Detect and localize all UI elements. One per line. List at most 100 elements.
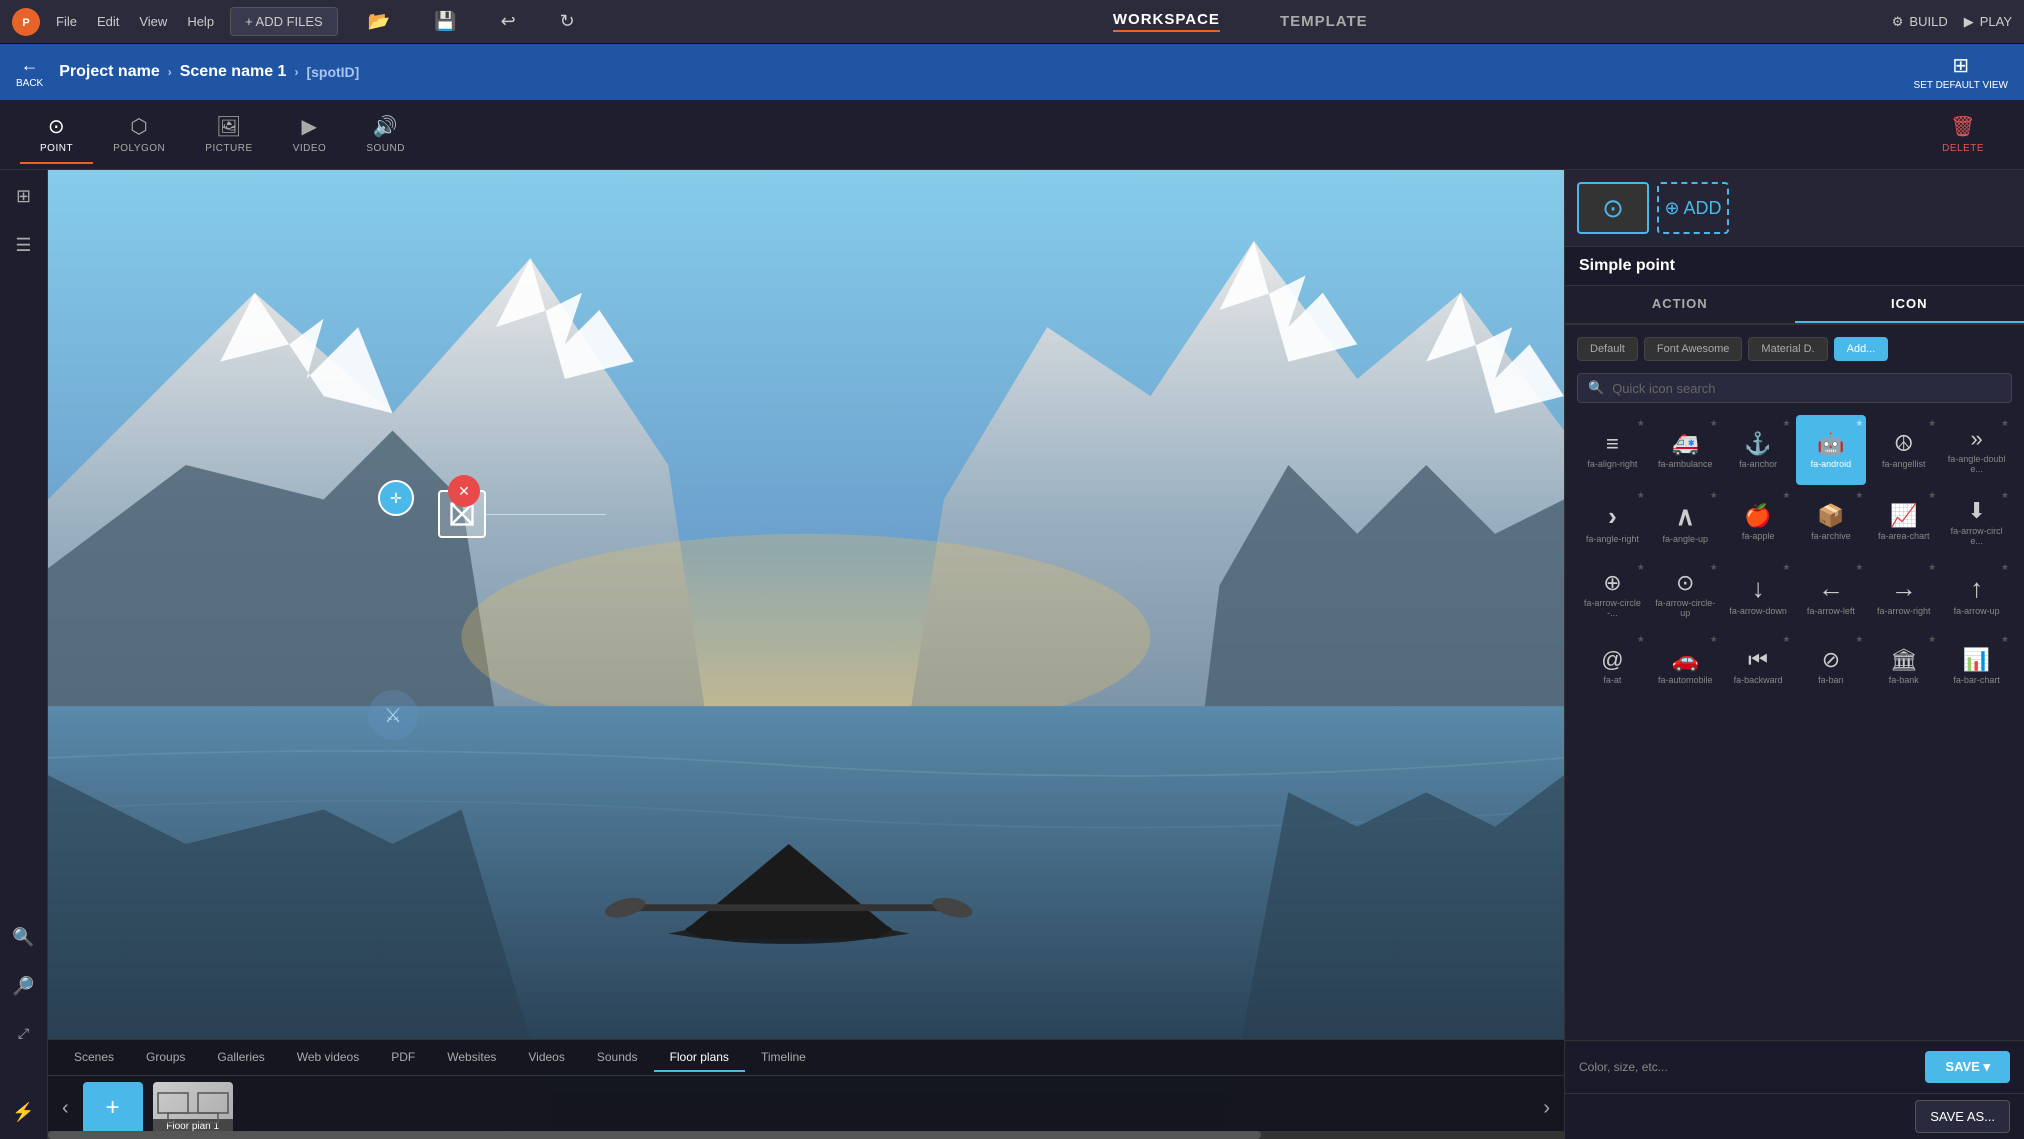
thumbnail-add[interactable]: +	[83, 1082, 143, 1134]
icon-arrow-left[interactable]: ★ ← fa-arrow-left	[1796, 559, 1867, 629]
zoom-fit-icon[interactable]: ⤢	[12, 1019, 35, 1048]
icon-bank[interactable]: ★ 🏛 fa-bank	[1868, 631, 1939, 701]
icon-area-chart[interactable]: ★ 📈 fa-area-chart	[1868, 487, 1939, 557]
icon-search-input[interactable]	[1612, 381, 2001, 396]
thumbnail-floor-plan-1[interactable]: Floor plan 1	[153, 1082, 233, 1134]
menu-file[interactable]: File	[56, 14, 77, 29]
tab-action[interactable]: ACTION	[1565, 286, 1795, 323]
tab-sounds[interactable]: Sounds	[581, 1044, 654, 1072]
spot-marker[interactable]: ✛ ✕	[438, 490, 486, 538]
tab-groups[interactable]: Groups	[130, 1044, 201, 1072]
prev-button[interactable]: ‹	[58, 1093, 73, 1124]
icon-apple[interactable]: ★ 🍎 fa-apple	[1723, 487, 1794, 557]
spot-id[interactable]: [spotID]	[306, 64, 359, 80]
icon-glyph: ⚓	[1744, 431, 1771, 457]
project-name[interactable]: Project name	[59, 63, 159, 81]
tool-video[interactable]: ▶ VIDEO	[273, 106, 347, 164]
icon-arrow-circle-c[interactable]: ★ ⊕ fa-arrow-circle-...	[1577, 559, 1648, 629]
filter-default[interactable]: Default	[1577, 337, 1638, 361]
video-icon: ▶	[302, 114, 318, 139]
icon-label: fa-automobile	[1658, 675, 1713, 685]
sidebar-scenes-icon[interactable]: ⊞	[10, 180, 37, 213]
icon-angellist[interactable]: ★ ☮ fa-angellist	[1868, 415, 1939, 485]
play-button[interactable]: ▶ PLAY	[1964, 14, 2012, 30]
spot-delete-button[interactable]: ✕	[448, 475, 480, 507]
star-icon: ★	[2001, 490, 2009, 501]
scroll-bar[interactable]	[48, 1131, 1564, 1139]
tab-scenes[interactable]: Scenes	[58, 1044, 130, 1072]
tab-workspace[interactable]: WORKSPACE	[1113, 11, 1220, 32]
point-name-input[interactable]	[1579, 257, 2010, 275]
icon-label: fa-anchor	[1739, 459, 1777, 469]
tab-websites[interactable]: Websites	[431, 1044, 512, 1072]
set-default-view-button[interactable]: ⊞ SET DEFAULT VIEW	[1914, 53, 2008, 91]
open-folder-button[interactable]: 📂	[354, 5, 404, 38]
build-button[interactable]: ⚙ BUILD	[1892, 14, 1948, 30]
icon-align-right[interactable]: ★ ≡ fa-align-right	[1577, 415, 1648, 485]
icon-archive[interactable]: ★ 📦 fa-archive	[1796, 487, 1867, 557]
star-icon: ★	[2001, 562, 2009, 573]
menu-edit[interactable]: Edit	[97, 14, 119, 29]
tool-picture[interactable]: 🖼 PICTURE	[185, 106, 272, 164]
tab-icon[interactable]: ICON	[1795, 286, 2024, 323]
scroll-handle[interactable]	[48, 1131, 1261, 1139]
icon-arrow-down[interactable]: ★ ↓ fa-arrow-down	[1723, 559, 1794, 629]
spot-move-handle[interactable]: ✛	[378, 480, 414, 516]
icon-glyph: 🏛	[1890, 647, 1918, 673]
icon-arrow-circle-down[interactable]: ★ ⬇ fa-arrow-circle...	[1941, 487, 2012, 557]
tab-template[interactable]: TEMPLATE	[1280, 13, 1368, 30]
back-button[interactable]: ← BACK	[16, 55, 43, 89]
icon-arrow-right[interactable]: ★ → fa-arrow-right	[1868, 559, 1939, 629]
thumb-active[interactable]: ⊙	[1577, 182, 1649, 234]
icon-at[interactable]: ★ @ fa-at	[1577, 631, 1648, 701]
icon-angle-up[interactable]: ★ ∧ fa-angle-up	[1650, 487, 1721, 557]
save-as-button[interactable]: SAVE AS...	[1915, 1100, 2010, 1133]
icon-arrow-circle-up[interactable]: ★ ⊙ fa-arrow-circle-up	[1650, 559, 1721, 629]
icon-anchor[interactable]: ★ ⚓ fa-anchor	[1723, 415, 1794, 485]
filter-material-d[interactable]: Material D.	[1748, 337, 1827, 361]
canvas-area[interactable]: ✛ ✕ ⚔ Scenes Groups Galleries Web videos	[48, 170, 1564, 1139]
next-button[interactable]: ›	[1539, 1093, 1554, 1124]
tab-videos[interactable]: Videos	[512, 1044, 580, 1072]
icon-ambulance[interactable]: ★ 🚑 fa-ambulance	[1650, 415, 1721, 485]
filter-font-awesome[interactable]: Font Awesome	[1644, 337, 1743, 361]
icon-glyph: ⏮	[1748, 647, 1768, 673]
add-files-button[interactable]: + ADD FILES	[230, 7, 338, 36]
icon-arrow-up[interactable]: ★ ↑ fa-arrow-up	[1941, 559, 2012, 629]
scene-name[interactable]: Scene name 1	[180, 63, 287, 81]
thumb-add-button[interactable]: ⊕ ADD	[1657, 182, 1729, 234]
tool-polygon[interactable]: ⬡ POLYGON	[93, 106, 185, 164]
zoom-out-icon[interactable]: 🔎	[6, 970, 40, 1003]
filter-add[interactable]: Add...	[1834, 337, 1889, 361]
icon-label: fa-angellist	[1882, 459, 1926, 469]
icon-android[interactable]: ★ 🤖 fa-android	[1796, 415, 1867, 485]
filter-icon[interactable]: ⚡	[6, 1096, 40, 1129]
menu-help[interactable]: Help	[187, 14, 214, 29]
icon-angle-double[interactable]: ★ » fa-angle-double...	[1941, 415, 2012, 485]
kayak-marker[interactable]: ⚔	[368, 690, 418, 740]
redo-button[interactable]: ↻	[546, 5, 589, 38]
tab-galleries[interactable]: Galleries	[201, 1044, 280, 1072]
star-icon: ★	[1782, 562, 1790, 573]
tab-pdf[interactable]: PDF	[375, 1044, 431, 1072]
tab-timeline[interactable]: Timeline	[745, 1044, 822, 1072]
star-icon: ★	[1855, 634, 1863, 645]
icon-bar-chart[interactable]: ★ 📊 fa-bar-chart	[1941, 631, 2012, 701]
undo-button[interactable]: ↩	[487, 5, 530, 38]
tab-web-videos[interactable]: Web videos	[281, 1044, 375, 1072]
icon-angle-right[interactable]: ★ › fa-angle-right	[1577, 487, 1648, 557]
tab-floor-plans[interactable]: Floor plans	[654, 1044, 745, 1072]
zoom-in-icon[interactable]: 🔍	[6, 921, 40, 954]
sidebar-layers-icon[interactable]: ☰	[9, 229, 37, 262]
tool-delete[interactable]: 🗑 DELETE	[1922, 106, 2004, 164]
save-button[interactable]: 💾	[420, 5, 470, 38]
tool-point[interactable]: ⊙ POINT	[20, 106, 93, 164]
tool-sound[interactable]: 🔊 SOUND	[346, 106, 425, 164]
icon-ban[interactable]: ★ ⊘ fa-ban	[1796, 631, 1867, 701]
bottom-bar: Color, size, etc... SAVE ▾	[1565, 1040, 2024, 1093]
menu-view[interactable]: View	[139, 14, 167, 29]
icon-automobile[interactable]: ★ 🚗 fa-automobile	[1650, 631, 1721, 701]
icon-glyph: 📊	[1963, 647, 1990, 673]
save-button[interactable]: SAVE ▾	[1925, 1051, 2010, 1083]
icon-backward[interactable]: ★ ⏮ fa-backward	[1723, 631, 1794, 701]
